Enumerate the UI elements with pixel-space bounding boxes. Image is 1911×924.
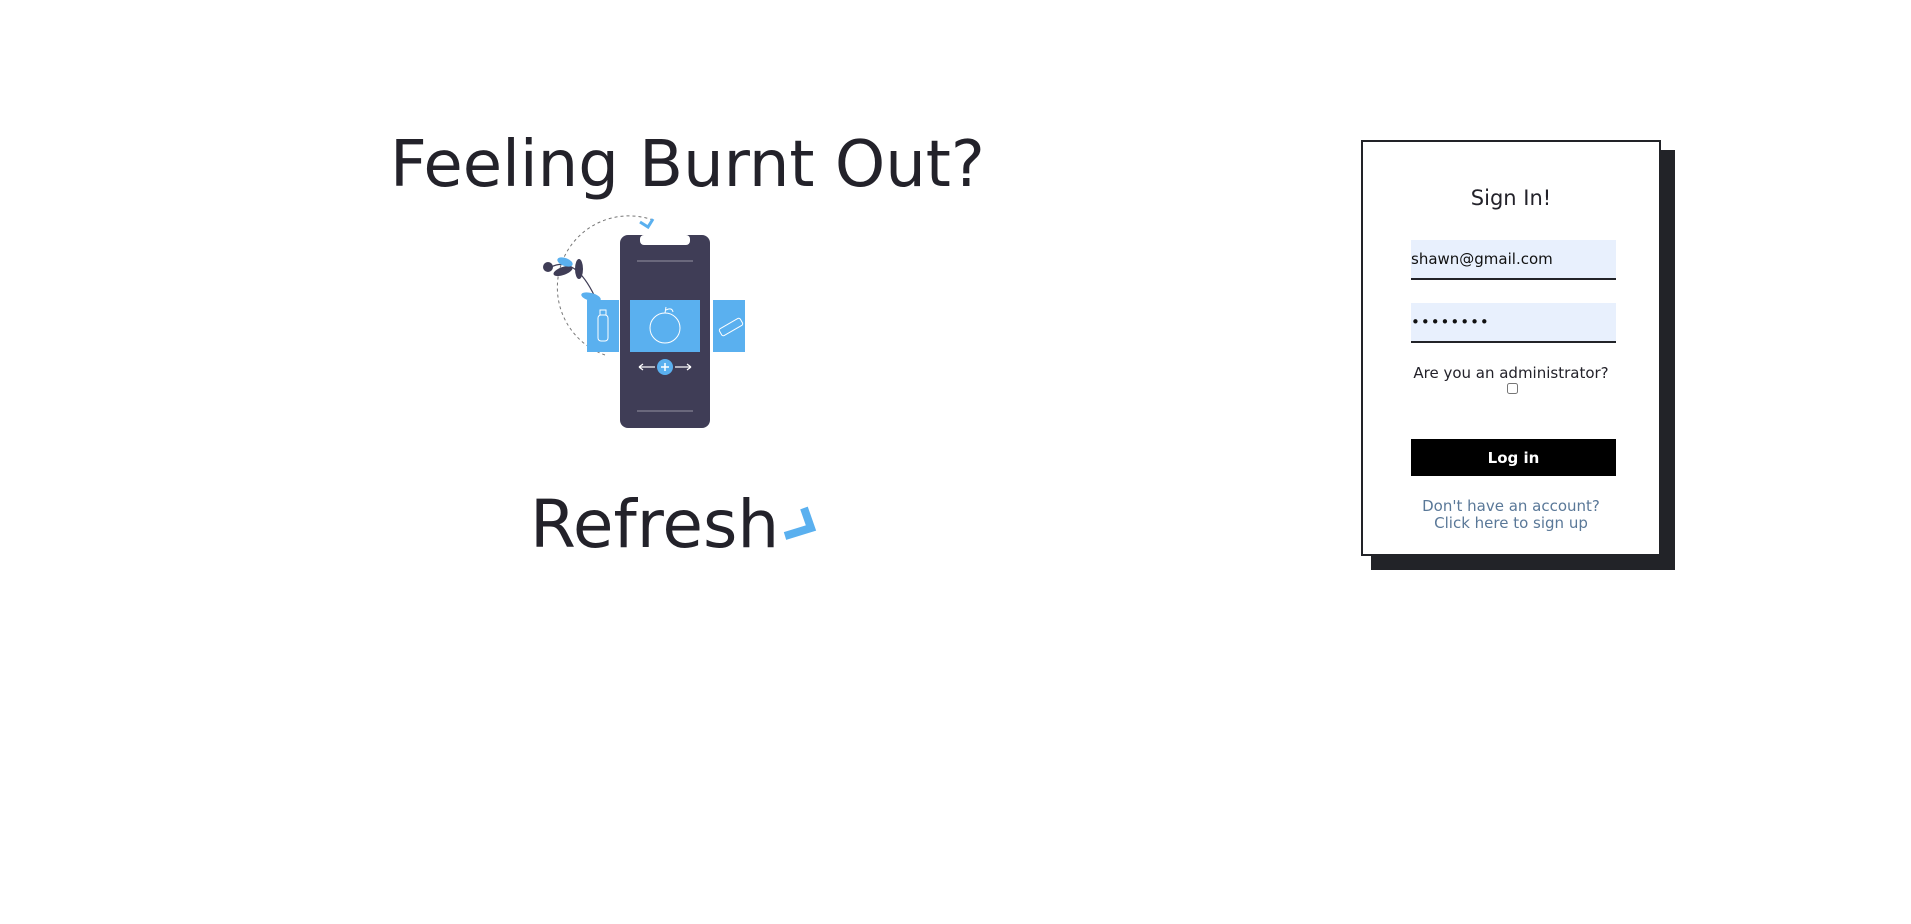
password-field[interactable] <box>1411 303 1616 343</box>
login-button[interactable]: Log in <box>1411 439 1616 476</box>
hero-title: Feeling Burnt Out? <box>390 128 985 202</box>
brand-name: Refresh <box>530 486 780 563</box>
signin-title: Sign In! <box>1470 186 1552 210</box>
signup-line-1: Don't have an account? <box>1422 497 1600 515</box>
admin-label: Are you an administrator? <box>1413 364 1609 382</box>
signup-link[interactable]: Don't have an account? Click here to sig… <box>1363 498 1659 532</box>
email-field[interactable] <box>1411 240 1616 280</box>
page: Feeling Burnt Out? Refresh Sign In! shaw… <box>0 0 1911 924</box>
admin-checkbox[interactable] <box>1507 383 1518 394</box>
signin-card: Sign In! Are you an administrator? Log i… <box>1361 140 1661 556</box>
check-mark-icon <box>784 506 817 540</box>
phone-food-illustration-icon <box>543 215 745 428</box>
brand-logo: Refresh <box>530 478 823 558</box>
signup-line-2: Click here to sign up <box>1434 514 1588 532</box>
